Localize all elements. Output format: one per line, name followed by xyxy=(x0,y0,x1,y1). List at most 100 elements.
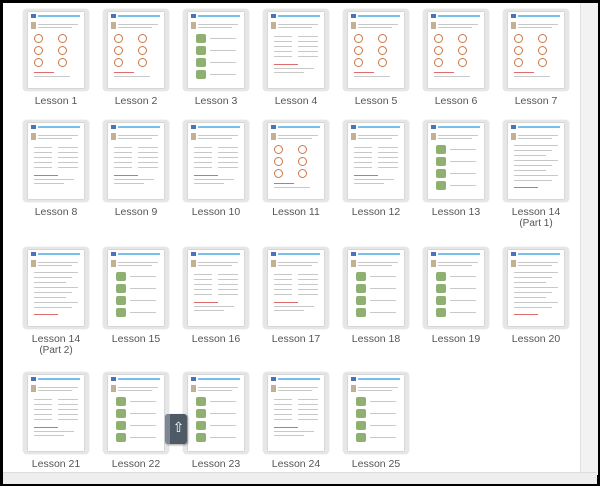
lesson-thumbnail[interactable] xyxy=(503,9,569,91)
lesson-label[interactable]: Lesson 25 xyxy=(336,458,416,470)
lesson-title: Lesson 11 xyxy=(272,206,320,218)
lesson-label[interactable]: Lesson 11 xyxy=(256,206,336,218)
lesson-label[interactable]: Lesson 6 xyxy=(416,95,496,107)
lesson-tile[interactable]: Lesson 5 xyxy=(336,9,416,107)
lesson-tile[interactable]: Lesson 14 (Part 1) xyxy=(496,120,576,230)
lesson-tile[interactable]: Lesson 3 xyxy=(176,9,256,107)
lesson-label[interactable]: Lesson 12 xyxy=(336,206,416,218)
lesson-title: Lesson 17 xyxy=(271,333,321,345)
lesson-label[interactable]: Lesson 14 (Part 1) xyxy=(496,206,576,230)
lesson-title: Lesson 15 xyxy=(111,333,161,345)
lesson-tile[interactable]: Lesson 9 xyxy=(96,120,176,218)
lesson-title: Lesson 14 xyxy=(31,333,81,345)
lesson-label[interactable]: Lesson 24 xyxy=(256,458,336,470)
lesson-thumbnail[interactable] xyxy=(343,9,409,91)
lesson-thumbnail[interactable] xyxy=(103,372,169,454)
lesson-thumbnail[interactable] xyxy=(423,9,489,91)
lesson-tile[interactable]: Lesson 14 (Part 2) xyxy=(16,247,96,357)
lesson-part: (Part 2) xyxy=(39,345,73,356)
lesson-thumbnail[interactable] xyxy=(503,247,569,329)
lesson-label[interactable]: Lesson 22 xyxy=(96,458,176,470)
lesson-thumbnail[interactable] xyxy=(23,9,89,91)
lesson-label[interactable]: Lesson 10 xyxy=(176,206,256,218)
lesson-tile[interactable]: Lesson 16 xyxy=(176,247,256,345)
lesson-thumbnail[interactable] xyxy=(263,120,329,202)
lesson-title: Lesson 10 xyxy=(191,206,241,218)
lesson-label[interactable]: Lesson 9 xyxy=(96,206,176,218)
lesson-label[interactable]: Lesson 14 (Part 2) xyxy=(16,333,96,357)
lesson-thumbnail[interactable] xyxy=(103,120,169,202)
lesson-thumbnail[interactable] xyxy=(183,372,249,454)
lesson-label[interactable]: Lesson 3 xyxy=(176,95,256,107)
lesson-title: Lesson 19 xyxy=(431,333,481,345)
lesson-label[interactable]: Lesson 8 xyxy=(16,206,96,218)
lesson-label[interactable]: Lesson 19 xyxy=(416,333,496,345)
lesson-thumbnail[interactable] xyxy=(423,247,489,329)
lesson-title: Lesson 13 xyxy=(431,206,481,218)
lesson-label[interactable]: Lesson 15 xyxy=(96,333,176,345)
lesson-label[interactable]: Lesson 5 xyxy=(336,95,416,107)
lesson-thumbnail[interactable] xyxy=(503,120,569,202)
lesson-thumbnail[interactable] xyxy=(23,372,89,454)
lesson-label[interactable]: Lesson 23 xyxy=(176,458,256,470)
lesson-tile[interactable]: Lesson 12 xyxy=(336,120,416,218)
lesson-title: Lesson 8 xyxy=(34,206,78,218)
worksheet-preview xyxy=(268,12,324,88)
lesson-thumbnail[interactable] xyxy=(23,247,89,329)
worksheet-preview xyxy=(428,123,484,199)
lesson-thumbnail[interactable] xyxy=(23,120,89,202)
lesson-thumbnail[interactable] xyxy=(343,120,409,202)
lesson-tile[interactable]: Lesson 17 xyxy=(256,247,336,345)
lesson-tile[interactable]: Lesson 21 xyxy=(16,372,96,470)
lesson-thumbnail[interactable] xyxy=(183,247,249,329)
lesson-title: Lesson 4 xyxy=(274,95,318,107)
lesson-label[interactable]: Lesson 2 xyxy=(96,95,176,107)
lesson-thumbnail[interactable] xyxy=(343,247,409,329)
lesson-tile[interactable]: Lesson 8 xyxy=(16,120,96,218)
lesson-title: Lesson 20 xyxy=(511,333,561,345)
lesson-tile[interactable]: Lesson 18 xyxy=(336,247,416,345)
lesson-label[interactable]: Lesson 18 xyxy=(336,333,416,345)
lesson-label[interactable]: Lesson 16 xyxy=(176,333,256,345)
lesson-title: Lesson 1 xyxy=(34,95,78,107)
lesson-tile[interactable]: Lesson 1 xyxy=(16,9,96,107)
lesson-thumbnail[interactable] xyxy=(263,372,329,454)
lesson-tile[interactable]: Lesson 19 xyxy=(416,247,496,345)
lesson-label[interactable]: Lesson 17 xyxy=(256,333,336,345)
lesson-tile[interactable]: Lesson 2 xyxy=(96,9,176,107)
lesson-tile[interactable]: Lesson 22 xyxy=(96,372,176,470)
lesson-tile[interactable]: Lesson 6 xyxy=(416,9,496,107)
lesson-tile[interactable]: Lesson 11 xyxy=(256,120,336,218)
lesson-thumbnail[interactable] xyxy=(343,372,409,454)
lesson-label[interactable]: Lesson 20 xyxy=(496,333,576,345)
lesson-tile[interactable]: Lesson 7 xyxy=(496,9,576,107)
lesson-tile[interactable]: Lesson 25 xyxy=(336,372,416,470)
worksheet-preview xyxy=(188,250,244,326)
lesson-label[interactable]: Lesson 13 xyxy=(416,206,496,218)
lesson-thumbnail[interactable] xyxy=(183,9,249,91)
lesson-thumbnail[interactable] xyxy=(263,247,329,329)
lesson-tile[interactable]: Lesson 24 xyxy=(256,372,336,470)
lesson-label[interactable]: Lesson 7 xyxy=(496,95,576,107)
lesson-title: Lesson 9 xyxy=(114,206,158,218)
lesson-thumbnail[interactable] xyxy=(103,247,169,329)
lesson-tile[interactable]: Lesson 10 xyxy=(176,120,256,218)
lesson-tile[interactable]: Lesson 13 xyxy=(416,120,496,218)
worksheet-preview xyxy=(508,12,564,88)
scroll-to-top-button[interactable]: ⇧ xyxy=(165,414,187,444)
lesson-label[interactable]: Lesson 1 xyxy=(16,95,96,107)
lesson-tile[interactable]: Lesson 4 xyxy=(256,9,336,107)
lesson-thumbnail[interactable] xyxy=(263,9,329,91)
lesson-thumbnail[interactable] xyxy=(103,9,169,91)
lesson-title: Lesson 24 xyxy=(271,458,321,470)
lesson-thumbnail[interactable] xyxy=(423,120,489,202)
lesson-thumbnail[interactable] xyxy=(183,120,249,202)
lesson-tile[interactable]: Lesson 23 xyxy=(176,372,256,470)
lesson-label[interactable]: Lesson 4 xyxy=(256,95,336,107)
lesson-tile[interactable]: Lesson 20 xyxy=(496,247,576,345)
lesson-label[interactable]: Lesson 21 xyxy=(16,458,96,470)
lesson-title: Lesson 18 xyxy=(351,333,401,345)
lesson-tile[interactable]: Lesson 15 xyxy=(96,247,176,345)
horizontal-scrollbar[interactable] xyxy=(3,472,597,484)
vertical-scrollbar[interactable] xyxy=(580,3,598,475)
